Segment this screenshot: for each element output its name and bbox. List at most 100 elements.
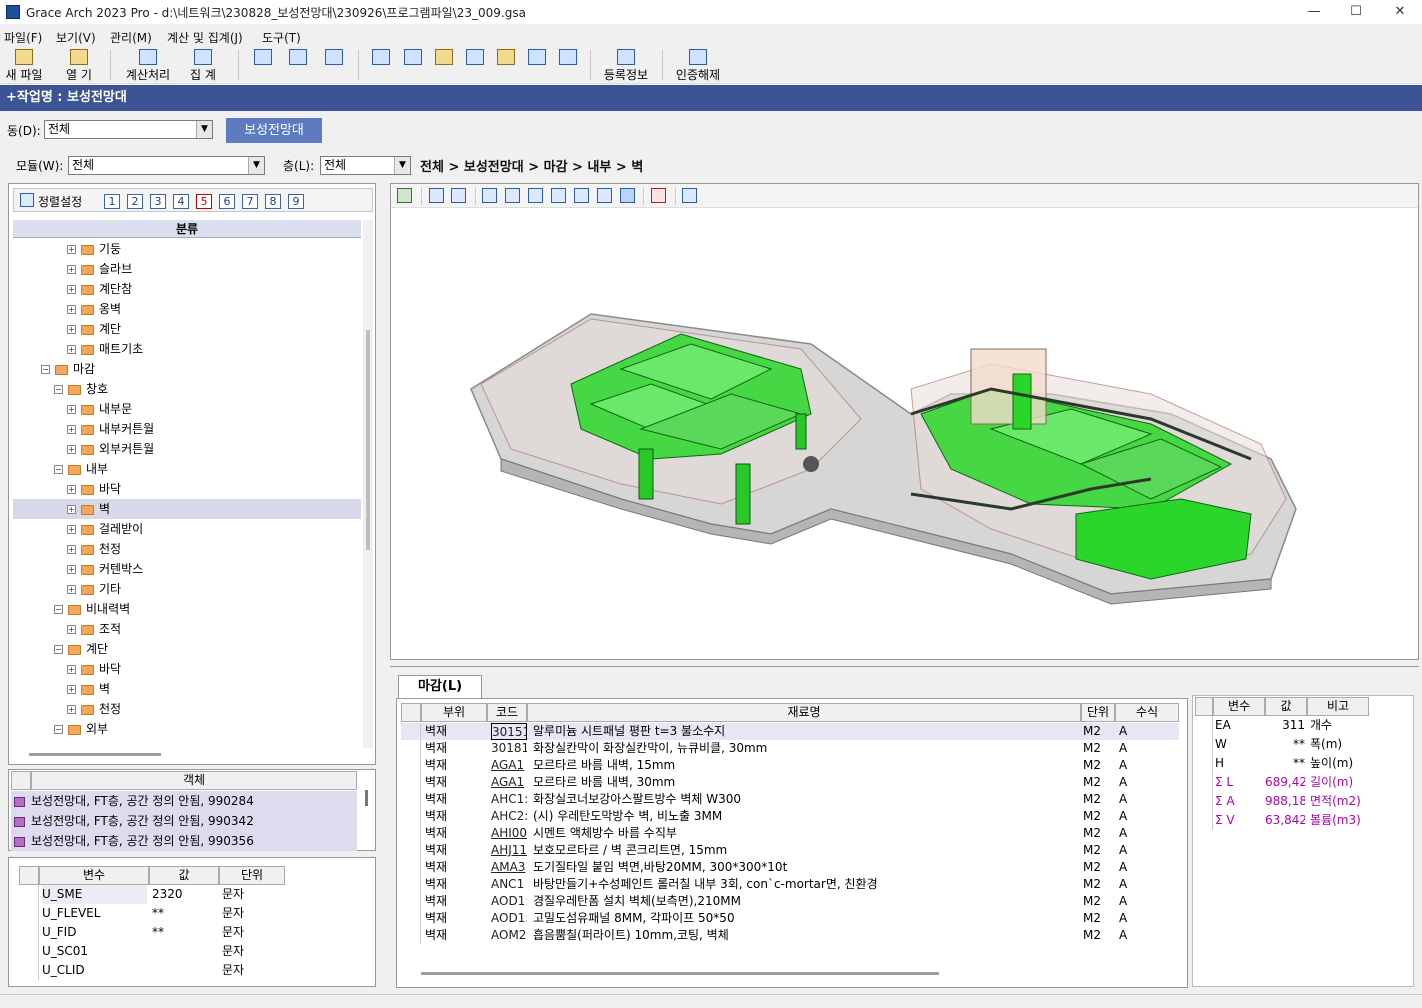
expand-icon[interactable]: + xyxy=(67,585,76,594)
var-row-gutter[interactable] xyxy=(19,904,39,923)
row-gutter[interactable] xyxy=(401,842,421,859)
expand-icon[interactable]: + xyxy=(67,505,76,514)
expand-icon[interactable]: + xyxy=(67,405,76,414)
row-gutter[interactable] xyxy=(401,757,421,774)
code-cell[interactable]: 301518 xyxy=(491,723,527,740)
filter-icon[interactable] xyxy=(451,188,466,203)
summary-row-gutter[interactable] xyxy=(1195,792,1213,811)
menu-manage[interactable]: 관리(M) xyxy=(110,29,152,46)
var-value[interactable] xyxy=(152,961,217,980)
zoom-in-button[interactable] xyxy=(287,48,309,82)
tool-button-4[interactable] xyxy=(464,48,486,82)
tree-node[interactable]: − 계단 xyxy=(13,639,361,659)
tree-node[interactable]: + 기타 xyxy=(13,579,361,599)
table-row[interactable]: 벽재 AHJ11 보호모르타르 / 벽 콘크리트면, 15mm M2 A xyxy=(401,842,1179,859)
expand-icon[interactable]: + xyxy=(67,685,76,694)
object-row[interactable]: 보성전망대, FT층, 공간 정의 안됨, 990356 xyxy=(11,831,357,851)
code-cell[interactable]: AMA3 xyxy=(491,859,527,876)
tree-node[interactable]: − 내부 xyxy=(13,459,361,479)
tool-button-1[interactable] xyxy=(370,48,392,82)
row-gutter[interactable] xyxy=(401,927,421,944)
expand-icon[interactable]: + xyxy=(67,305,76,314)
row-gutter[interactable] xyxy=(401,740,421,757)
tree-node[interactable]: + 바닥 xyxy=(13,659,361,679)
expand-icon[interactable]: + xyxy=(67,485,76,494)
table-row[interactable]: 벽재 ANC1 바탕만들기+수성페인트 롤러칠 내부 3회, con`c-morta… xyxy=(401,876,1179,893)
aggregate-button[interactable]: 집 계 xyxy=(182,48,224,82)
table-row[interactable]: 벽재 AMA3 도기질타일 붙임 벽면,바탕20MM, 300*300*10t M2 A xyxy=(401,859,1179,876)
var-value[interactable]: 2320 xyxy=(152,885,217,904)
rotate-icon[interactable] xyxy=(429,188,444,203)
menu-tools[interactable]: 도구(T) xyxy=(262,29,301,46)
tree-node[interactable]: + 벽 xyxy=(13,679,361,699)
expand-icon[interactable]: + xyxy=(67,245,76,254)
object-row[interactable]: 보성전망대, FT층, 공간 정의 안됨, 990342 xyxy=(11,811,357,831)
row-gutter[interactable] xyxy=(401,723,421,740)
tool-button-2[interactable] xyxy=(402,48,424,82)
view-back-icon[interactable] xyxy=(505,188,520,203)
code-cell[interactable]: AHJ11 xyxy=(491,842,527,859)
close-button[interactable]: ✕ xyxy=(1380,2,1420,22)
expand-icon[interactable]: + xyxy=(67,625,76,634)
code-cell[interactable]: AOM2 xyxy=(491,927,527,944)
var-value[interactable]: ** xyxy=(152,923,217,942)
zoom-window-button[interactable] xyxy=(252,48,274,82)
table-row[interactable]: 벽재 AHC1: 화장실코너보강아스팔트방수 벽체 W300 M2 A xyxy=(401,791,1179,808)
tree-node[interactable]: + 계단 xyxy=(13,319,361,339)
var-row-gutter[interactable] xyxy=(19,923,39,942)
code-cell[interactable]: AOD1: xyxy=(491,910,527,927)
tool-button-3[interactable] xyxy=(433,48,455,82)
var-row-gutter[interactable] xyxy=(19,885,39,904)
model-3d-view[interactable] xyxy=(390,183,1419,660)
code-cell[interactable]: AHI00 xyxy=(491,825,527,842)
tree-node[interactable]: − 비내력벽 xyxy=(13,599,361,619)
tree-node[interactable]: + 기둥 xyxy=(13,239,361,259)
minimize-button[interactable]: — xyxy=(1294,2,1334,22)
code-cell[interactable]: AGA1 xyxy=(491,757,527,774)
view-front-icon[interactable] xyxy=(482,188,497,203)
menu-calc[interactable]: 계산 및 집계(J) xyxy=(167,29,243,46)
var-row-gutter[interactable] xyxy=(19,942,39,961)
expand-icon[interactable]: + xyxy=(67,545,76,554)
expand-icon[interactable]: + xyxy=(67,345,76,354)
sort-settings-button[interactable]: 정렬설정 xyxy=(38,193,82,210)
open-button[interactable]: 열 기 xyxy=(58,48,100,82)
dong-select[interactable]: 전체 ▼ xyxy=(44,120,213,139)
tree-node[interactable]: − 마감 xyxy=(13,359,361,379)
layer-icon[interactable] xyxy=(397,188,412,203)
row-gutter[interactable] xyxy=(401,910,421,927)
expand-icon[interactable]: + xyxy=(67,445,76,454)
view-iso-icon[interactable] xyxy=(620,188,635,203)
view-top-icon[interactable] xyxy=(574,188,589,203)
summary-row-gutter[interactable] xyxy=(1195,735,1213,754)
sort-level-1-button[interactable]: 1 xyxy=(104,194,120,209)
tree-node[interactable]: + 커텐박스 xyxy=(13,559,361,579)
row-gutter[interactable] xyxy=(401,876,421,893)
cert-release-button[interactable]: 인증해제 xyxy=(672,48,724,82)
table-row[interactable]: 벽재 301518 알루미늄 시트패널 평판 t=3 불소수지 M2 A xyxy=(401,723,1179,740)
view-right-icon[interactable] xyxy=(551,188,566,203)
tool-button-5[interactable] xyxy=(495,48,517,82)
row-gutter[interactable] xyxy=(401,825,421,842)
table-row[interactable]: 벽재 AGA1 모르타르 바름 내벽, 30mm M2 A xyxy=(401,774,1179,791)
object-row[interactable]: 보성전망대, FT층, 공간 정의 안됨, 990284 xyxy=(11,791,357,811)
table-row[interactable]: 벽재 AHI00 시멘트 액체방수 바름 수직부 M2 A xyxy=(401,825,1179,842)
table-row[interactable]: 벽재 AOD1: 고밀도섬유패널 8MM, 각파이프 50*50 M2 A xyxy=(401,910,1179,927)
row-gutter[interactable] xyxy=(401,791,421,808)
var-value[interactable]: ** xyxy=(152,904,217,923)
expand-icon[interactable]: + xyxy=(67,425,76,434)
collapse-icon[interactable]: − xyxy=(41,365,50,374)
tree-node[interactable]: + 내부커튼월 xyxy=(13,419,361,439)
code-cell[interactable]: ANC1 xyxy=(491,876,527,893)
collapse-icon[interactable]: − xyxy=(54,725,63,734)
table-row[interactable]: 벽재 301815 화장실칸막이 화장실칸막이, 뉴큐비클, 30mm M2 A xyxy=(401,740,1179,757)
floor-select[interactable]: 전체 ▼ xyxy=(320,156,411,175)
code-cell[interactable]: AOD1: xyxy=(491,893,527,910)
summary-row-gutter[interactable] xyxy=(1195,773,1213,792)
menu-file[interactable]: 파일(F) xyxy=(4,29,42,46)
tool-button-7[interactable] xyxy=(557,48,579,82)
tree-node[interactable]: + 천정 xyxy=(13,539,361,559)
summary-row-gutter[interactable] xyxy=(1195,754,1213,773)
tree-node[interactable]: + 바닥 xyxy=(13,479,361,499)
row-gutter[interactable] xyxy=(401,893,421,910)
